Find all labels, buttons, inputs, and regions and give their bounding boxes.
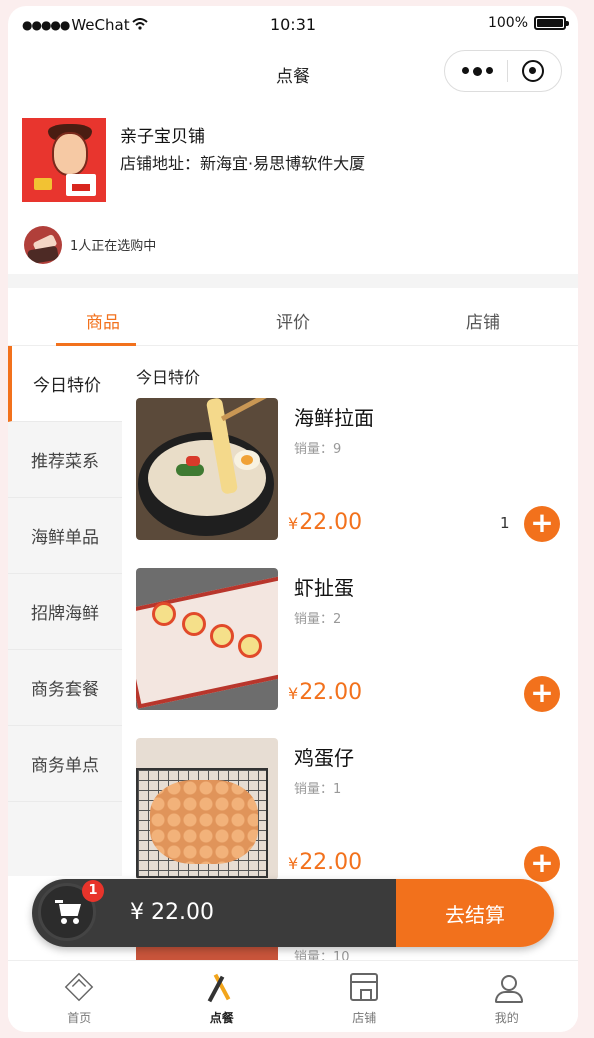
category-sidebar: 今日特价 推荐菜系 海鲜单品 招牌海鲜 商务套餐 商务单点 xyxy=(8,346,122,876)
tabbar-label: 店铺 xyxy=(352,1011,377,1025)
tab-bar: 商品 评价 店铺 xyxy=(8,288,578,346)
home-icon xyxy=(64,972,94,1002)
product-sales: 销量：2 xyxy=(294,612,342,627)
product-item[interactable]: 海鲜拉面 销量：9 ¥22.00 1 + xyxy=(136,398,572,544)
cart-count-badge: 1 xyxy=(82,880,104,902)
tabbar-item-home[interactable]: 首页 xyxy=(8,961,151,1032)
status-bar: ●●●●● WeChat 10:31 100% xyxy=(8,6,578,42)
category-item-business-set[interactable]: 商务套餐 xyxy=(8,650,122,726)
battery-icon xyxy=(534,16,569,30)
tabbar-item-profile[interactable]: 我的 xyxy=(436,961,579,1032)
product-sales: 销量：9 xyxy=(294,442,342,457)
product-image-egg-waffle xyxy=(136,738,278,880)
product-item[interactable]: 鸡蛋仔 销量：1 ¥22.00 + xyxy=(136,738,572,884)
profile-icon xyxy=(493,973,523,1003)
product-sales: 销量：1 xyxy=(294,782,342,797)
store-icon xyxy=(350,973,378,1001)
section-title: 今日特价 xyxy=(136,368,201,387)
price-value: 22.00 xyxy=(299,510,363,535)
cart-icon xyxy=(55,900,81,924)
phone-screen: ●●●●● WeChat 10:31 100% 点餐 亲子宝贝铺 店铺地址：新海… xyxy=(8,6,578,1032)
checkout-button[interactable]: 去结算 xyxy=(396,879,554,947)
close-target-icon[interactable] xyxy=(522,60,544,82)
capsule-divider xyxy=(507,60,508,82)
more-icon[interactable] xyxy=(462,66,493,76)
browsing-count: 1人正在选购中 xyxy=(70,239,157,254)
product-name: 海鲜拉面 xyxy=(294,406,374,430)
tab-reviews[interactable]: 评价 xyxy=(198,288,388,345)
currency-symbol: ¥ xyxy=(288,514,299,533)
section-divider xyxy=(8,274,578,288)
category-item-seafood-single[interactable]: 海鲜单品 xyxy=(8,498,122,574)
currency-symbol: ¥ xyxy=(288,684,299,703)
add-to-cart-button[interactable]: + xyxy=(524,676,560,712)
cart-total: ¥ 22.00 xyxy=(130,900,214,925)
product-name: 鸡蛋仔 xyxy=(294,746,354,770)
battery-group: 100% xyxy=(487,15,569,31)
battery-percent: 100% xyxy=(487,15,528,31)
category-item-business-single[interactable]: 商务单点 xyxy=(8,726,122,802)
product-price: ¥22.00 xyxy=(288,850,362,875)
tab-products[interactable]: 商品 xyxy=(8,288,198,346)
product-image-ramen xyxy=(136,398,278,540)
tabbar-label: 点餐 xyxy=(209,1011,234,1025)
buyer-avatar xyxy=(24,226,62,264)
order-icon xyxy=(208,973,236,1001)
category-item-signature-seafood[interactable]: 招牌海鲜 xyxy=(8,574,122,650)
currency-symbol: ¥ xyxy=(288,854,299,873)
add-to-cart-button[interactable]: + xyxy=(524,846,560,882)
shop-logo xyxy=(22,118,106,202)
product-quantity: 1 xyxy=(500,514,510,532)
category-item-today-special[interactable]: 今日特价 xyxy=(8,346,122,422)
product-name: 虾扯蛋 xyxy=(294,576,354,600)
price-value: 22.00 xyxy=(299,850,363,875)
product-price: ¥22.00 xyxy=(288,680,362,705)
mini-program-capsule xyxy=(444,50,562,92)
shop-header: 亲子宝贝铺 店铺地址：新海宜·易思博软件大厦 1人正在选购中 xyxy=(8,102,578,274)
price-value: 22.00 xyxy=(299,680,363,705)
tabbar-item-order[interactable]: 点餐 xyxy=(151,961,294,1032)
cart-bar: ¥ 22.00 去结算 xyxy=(32,879,554,947)
add-to-cart-button[interactable]: + xyxy=(524,506,560,542)
nav-bar: 点餐 xyxy=(8,42,578,102)
tabbar-item-store[interactable]: 店铺 xyxy=(293,961,436,1032)
tabbar-label: 我的 xyxy=(494,1011,519,1025)
product-price: ¥22.00 xyxy=(288,510,362,535)
tab-store[interactable]: 店铺 xyxy=(388,288,578,345)
category-item-recommended[interactable]: 推荐菜系 xyxy=(8,422,122,498)
bottom-tab-bar: 首页 点餐 店铺 我的 xyxy=(8,960,578,1032)
shop-name: 亲子宝贝铺 xyxy=(120,127,205,147)
product-image-shrimp-egg xyxy=(136,568,278,710)
shop-address: 店铺地址：新海宜·易思博软件大厦 xyxy=(120,154,366,173)
tabbar-label: 首页 xyxy=(67,1011,92,1025)
product-item[interactable]: 虾扯蛋 销量：2 ¥22.00 + xyxy=(136,568,572,714)
